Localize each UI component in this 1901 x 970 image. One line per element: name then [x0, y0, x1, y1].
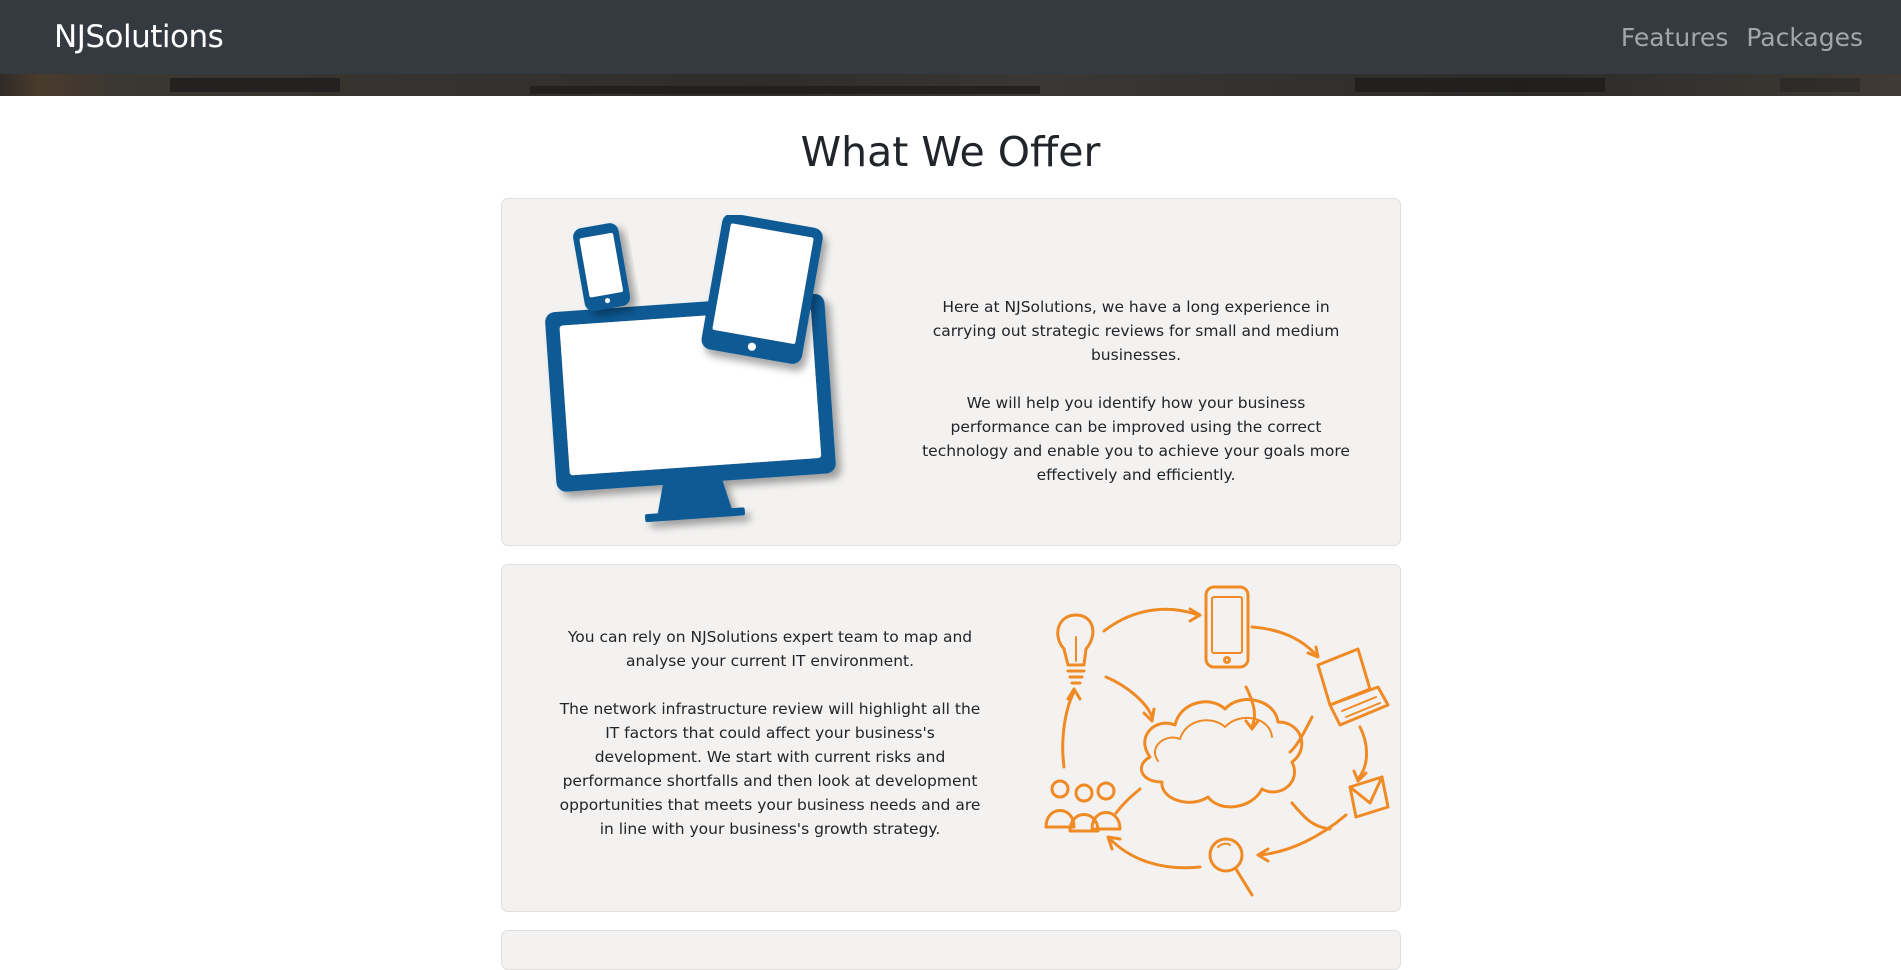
devices-illustration — [538, 213, 848, 539]
network-cloud-illustration — [1040, 577, 1400, 911]
section-title: What We Offer — [800, 128, 1101, 176]
nav-link-features[interactable]: Features — [1621, 23, 1729, 52]
nav-link-packages[interactable]: Packages — [1746, 23, 1863, 52]
brand-logo[interactable]: NJSolutions — [54, 19, 224, 55]
offer-paragraph: The network infrastructure review will h… — [559, 700, 981, 838]
top-navbar: NJSolutions Features Packages — [0, 0, 1901, 74]
offer-description: You can rely on NJSolutions expert team … — [558, 625, 982, 865]
nav-links: Features Packages — [1621, 23, 1863, 52]
offer-paragraph: Here at NJSolutions, we have a long expe… — [932, 298, 1340, 364]
offer-card: You can rely on NJSolutions expert team … — [501, 564, 1401, 912]
offer-description: Here at NJSolutions, we have a long expe… — [920, 295, 1352, 511]
hero-background-image — [0, 74, 1901, 96]
offer-card — [501, 930, 1401, 970]
offer-card: Here at NJSolutions, we have a long expe… — [501, 198, 1401, 546]
offer-paragraph: We will help you identify how your busin… — [922, 394, 1350, 484]
offer-paragraph: You can rely on NJSolutions expert team … — [567, 628, 973, 670]
